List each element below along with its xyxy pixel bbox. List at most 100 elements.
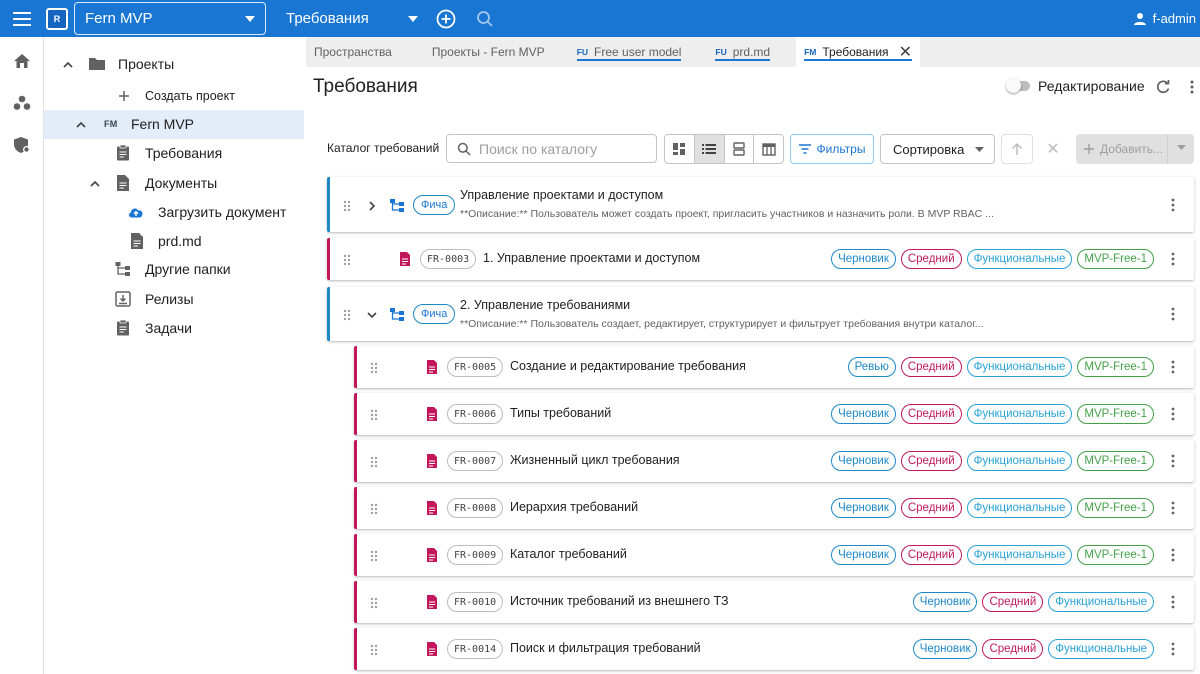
user-menu[interactable]: f-admin <box>1133 0 1200 37</box>
search-input[interactable] <box>479 140 649 157</box>
release-tag[interactable]: MVP-Free-1 <box>1077 357 1154 377</box>
more-vert-icon[interactable] <box>1170 642 1176 656</box>
chevron-right-icon[interactable] <box>366 199 378 211</box>
more-vert-icon[interactable] <box>1170 407 1176 421</box>
catalog-search[interactable] <box>446 134 657 163</box>
refresh-icon[interactable] <box>1155 79 1171 95</box>
release-tag[interactable]: MVP-Free-1 <box>1077 404 1154 424</box>
category-tag[interactable]: Функциональные <box>1048 639 1154 659</box>
add-button[interactable]: Добавить... <box>1076 134 1194 164</box>
workspaces-button[interactable] <box>0 85 44 121</box>
category-tag[interactable]: Функциональные <box>966 451 1073 471</box>
tree-item-releases[interactable]: Релизы <box>44 285 304 314</box>
more-vert-icon[interactable] <box>1170 595 1176 609</box>
toggle-switch[interactable] <box>1006 78 1030 93</box>
filters-button[interactable]: Фильтры <box>790 134 874 164</box>
edit-toggle[interactable]: Редактирование <box>1006 78 1145 94</box>
more-vert-icon[interactable] <box>1170 454 1176 468</box>
release-tag[interactable]: MVP-Free-1 <box>1077 451 1154 471</box>
category-tag[interactable]: Функциональные <box>966 357 1073 377</box>
menu-button[interactable] <box>0 0 44 37</box>
drag-handle-icon[interactable] <box>370 502 378 515</box>
requirement-row[interactable]: FR-0003 1. Управление проектами и доступо… <box>327 238 1194 280</box>
status-draft-tag[interactable]: Черновик <box>831 545 896 565</box>
drag-handle-icon[interactable] <box>343 199 351 212</box>
home-button[interactable] <box>0 43 44 79</box>
drag-handle-icon[interactable] <box>370 408 378 421</box>
move-up-button[interactable] <box>1001 134 1033 164</box>
more-vert-icon[interactable] <box>1170 548 1176 562</box>
status-draft-tag[interactable]: Черновик <box>912 639 978 659</box>
project-select[interactable]: Fern MVP <box>74 2 266 35</box>
chevron-down-icon[interactable] <box>366 308 378 320</box>
category-tag[interactable]: Функциональные <box>966 249 1073 269</box>
priority-tag[interactable]: Средний <box>900 357 962 377</box>
more-vert-icon[interactable] <box>1170 198 1176 212</box>
release-tag[interactable]: MVP-Free-1 <box>1077 545 1154 565</box>
chevron-up-icon[interactable] <box>74 118 88 132</box>
drag-handle-icon[interactable] <box>343 253 351 266</box>
category-tag[interactable]: Функциональные <box>966 545 1073 565</box>
feature-row[interactable]: Фича Управление проектами и доступом **Опи… <box>327 177 1194 232</box>
tab-spaces[interactable]: Пространства <box>306 37 400 67</box>
status-review-tag[interactable]: Ревью <box>847 357 896 377</box>
release-tag[interactable]: MVP-Free-1 <box>1077 249 1154 269</box>
category-tag[interactable]: Функциональные <box>1048 592 1154 612</box>
requirement-row[interactable]: FR-0009 Каталог требований Черновик Средний… <box>354 534 1194 576</box>
app-logo[interactable]: R <box>46 7 68 30</box>
requirement-row[interactable]: FR-0010 Источник требований из внешнего Т… <box>354 581 1194 623</box>
priority-tag[interactable]: Средний <box>900 545 962 565</box>
view-dashboard-button[interactable] <box>665 135 695 163</box>
tree-item-create-project[interactable]: Создать проект <box>44 82 304 111</box>
drag-handle-icon[interactable] <box>370 549 378 562</box>
tab-projects[interactable]: Проекты - Fern MVP <box>424 37 553 67</box>
status-draft-tag[interactable]: Черновик <box>831 498 896 518</box>
priority-tag[interactable]: Средний <box>982 592 1044 612</box>
add-circle-icon[interactable] <box>436 9 456 29</box>
category-tag[interactable]: Функциональные <box>966 498 1073 518</box>
chevron-up-icon[interactable] <box>88 177 102 191</box>
more-vert-icon[interactable] <box>1170 360 1176 374</box>
status-draft-tag[interactable]: Черновик <box>831 451 896 471</box>
tree-item-fern-mvp[interactable]: FM Fern MVP <box>44 110 304 139</box>
view-table-button[interactable] <box>754 135 783 163</box>
search-icon[interactable] <box>476 10 494 28</box>
view-cards-button[interactable] <box>725 135 755 163</box>
close-icon[interactable]: ✕ <box>899 42 912 62</box>
tree-item-documents[interactable]: Документы <box>44 169 304 198</box>
tab-requirements[interactable]: FM Требования ✕ <box>796 37 920 67</box>
priority-tag[interactable]: Средний <box>900 404 962 424</box>
requirement-row[interactable]: FR-0014 Поиск и фильтрация требований Черн… <box>354 628 1194 670</box>
tree-item-projects[interactable]: Проекты <box>44 50 304 79</box>
priority-tag[interactable]: Средний <box>900 249 962 269</box>
view-list-button[interactable] <box>694 135 725 163</box>
drag-handle-icon[interactable] <box>370 455 378 468</box>
tab-prd-md[interactable]: FU prd.md <box>707 37 778 67</box>
tree-item-requirements[interactable]: Требования <box>44 139 304 168</box>
priority-tag[interactable]: Средний <box>900 498 962 518</box>
requirement-row[interactable]: FR-0007 Жизненный цикл требования Черновик… <box>354 440 1194 482</box>
feature-row[interactable]: Фича 2. Управление требованиями **Описание… <box>327 287 1194 341</box>
sort-select[interactable]: Сортировка <box>880 134 995 164</box>
tree-item-upload-document[interactable]: Загрузить документ <box>44 198 304 227</box>
priority-tag[interactable]: Средний <box>900 451 962 471</box>
tree-item-other-folders[interactable]: Другие папки <box>44 255 304 284</box>
status-draft-tag[interactable]: Черновик <box>912 592 978 612</box>
drag-handle-icon[interactable] <box>343 308 351 321</box>
more-vert-icon[interactable] <box>1170 307 1176 321</box>
caret-down-icon[interactable] <box>1177 145 1186 150</box>
status-draft-tag[interactable]: Черновик <box>831 249 896 269</box>
section-select[interactable]: Требования <box>282 2 422 35</box>
admin-button[interactable] <box>0 127 44 163</box>
chevron-up-icon[interactable] <box>61 58 75 72</box>
drag-handle-icon[interactable] <box>370 596 378 609</box>
requirement-row[interactable]: FR-0006 Типы требований Черновик Средний Фун… <box>354 393 1194 435</box>
tree-item-prd-md[interactable]: prd.md <box>44 227 304 256</box>
more-vert-icon[interactable] <box>1170 501 1176 515</box>
tree-item-tasks[interactable]: Задачи <box>44 314 304 343</box>
requirement-row[interactable]: FR-0008 Иерархия требований Черновик Средни… <box>354 487 1194 529</box>
requirement-row[interactable]: FR-0005 Создание и редактирование требова… <box>354 346 1194 388</box>
category-tag[interactable]: Функциональные <box>966 404 1073 424</box>
drag-handle-icon[interactable] <box>370 643 378 656</box>
priority-tag[interactable]: Средний <box>982 639 1044 659</box>
